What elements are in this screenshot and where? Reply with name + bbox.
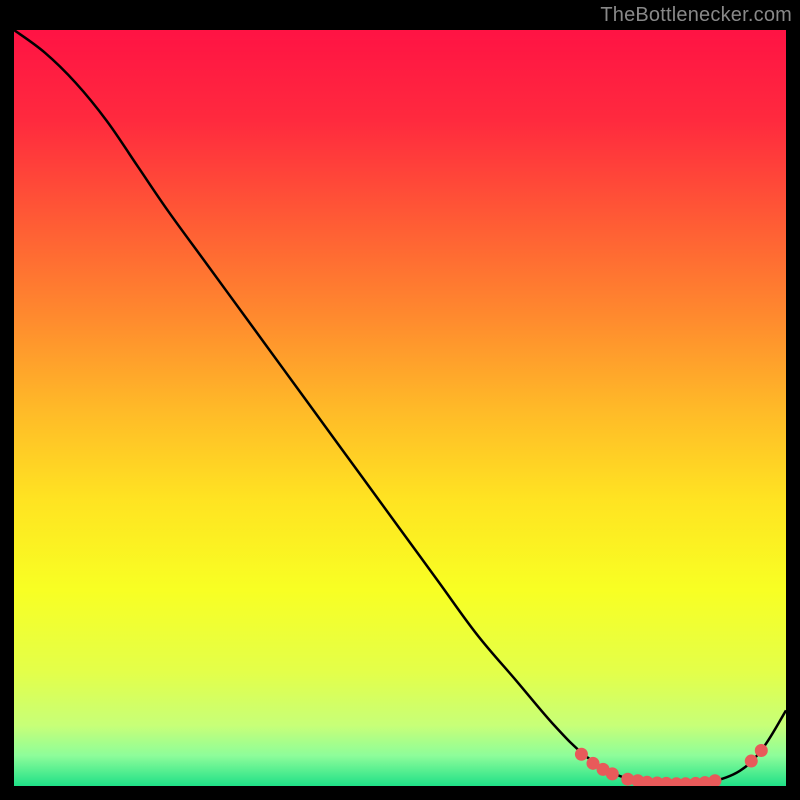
bottleneck-chart — [14, 30, 786, 786]
chart-frame: TheBottlenecker.com — [0, 0, 800, 800]
marker-point — [606, 767, 619, 780]
plot-area — [14, 30, 786, 786]
marker-point — [745, 755, 758, 768]
attribution-text: TheBottlenecker.com — [600, 4, 792, 27]
gradient-background — [14, 30, 786, 786]
marker-point — [755, 744, 768, 757]
marker-point — [575, 748, 588, 761]
